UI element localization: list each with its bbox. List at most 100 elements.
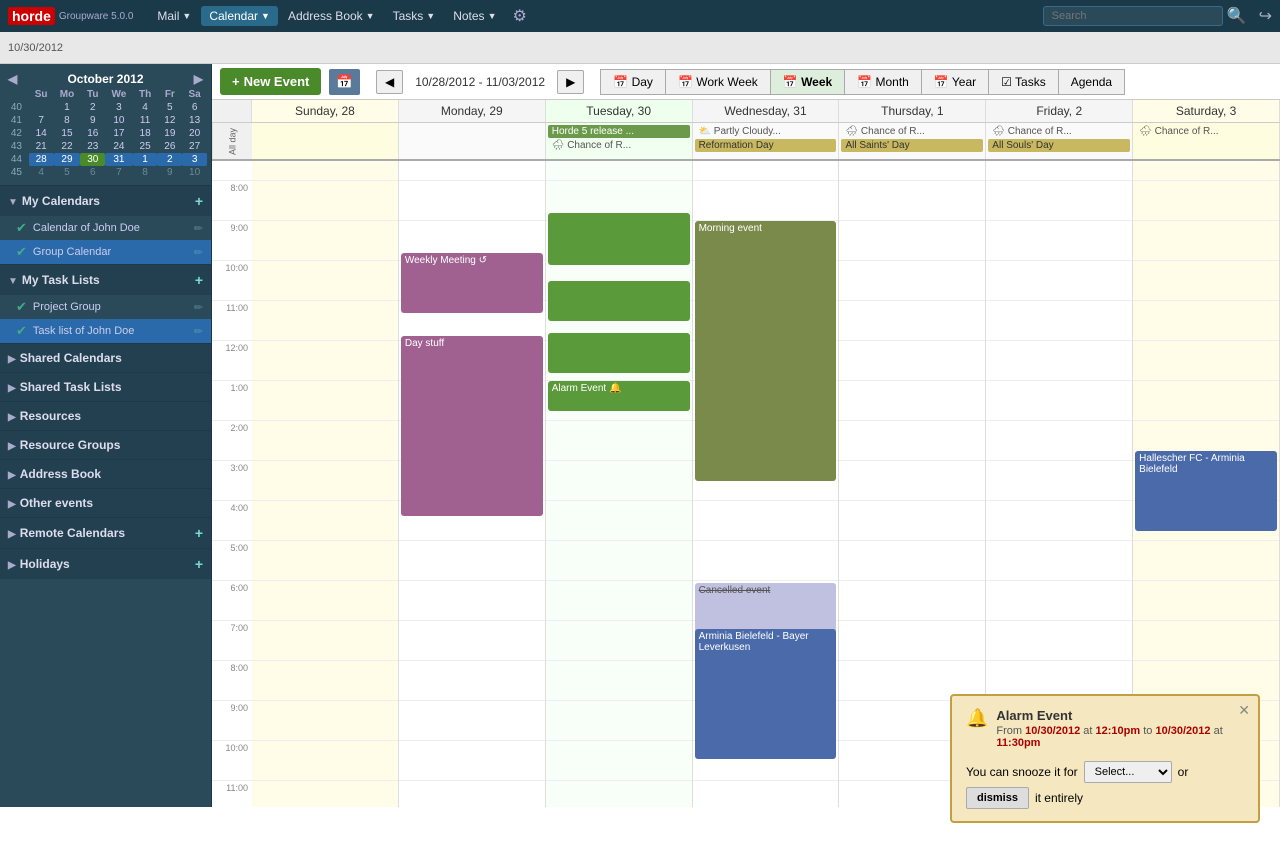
- project-group-edit[interactable]: ✏: [194, 301, 203, 314]
- mini-cal-day[interactable]: 27: [182, 140, 207, 153]
- allday-event-rain-thu[interactable]: 🌧 Chance of R...: [841, 125, 983, 138]
- mini-cal-day[interactable]: 29: [54, 153, 81, 166]
- mini-cal-day[interactable]: 21: [29, 140, 54, 153]
- view-tasks-button[interactable]: ☑ Tasks: [988, 69, 1058, 95]
- mini-cal-day[interactable]: 8: [54, 114, 81, 127]
- dismiss-button[interactable]: dismiss: [966, 787, 1029, 809]
- event-weekly-meeting[interactable]: Weekly Meeting ↺: [401, 253, 543, 313]
- allday-cell-wed[interactable]: ⛅ Partly Cloudy... Reformation Day: [693, 123, 840, 159]
- task-list-john-edit[interactable]: ✏: [194, 325, 203, 338]
- day-col-tue[interactable]: Alarm Event 🔔: [546, 161, 693, 807]
- allday-event-reformation[interactable]: Reformation Day: [695, 139, 837, 152]
- sidebar-item-group-calendar[interactable]: ✔ Group Calendar ✏: [0, 240, 211, 264]
- view-workweek-button[interactable]: 📅 Work Week: [665, 69, 770, 95]
- mini-cal-day[interactable]: 3: [182, 153, 207, 166]
- nav-calendar[interactable]: Calendar ▼: [201, 6, 278, 26]
- day-col-sun[interactable]: [252, 161, 399, 807]
- mini-cal-day[interactable]: 4: [29, 166, 54, 179]
- mini-cal-day[interactable]: 5: [54, 166, 81, 179]
- event-day-stuff[interactable]: Day stuff: [401, 336, 543, 516]
- mini-cal-day[interactable]: 22: [54, 140, 81, 153]
- mini-cal-day[interactable]: 17: [105, 127, 133, 140]
- day-col-mon[interactable]: Weekly Meeting ↺ Day stuff: [399, 161, 546, 807]
- view-day-button[interactable]: 📅 Day: [600, 69, 665, 95]
- event-hallescher[interactable]: Hallescher FC - Arminia Bielefeld: [1135, 451, 1277, 531]
- view-week-button[interactable]: 📅 Week: [770, 69, 844, 95]
- my-task-lists-header[interactable]: ▼My Task Lists +: [0, 265, 211, 295]
- next-week-button[interactable]: ▶: [557, 70, 584, 94]
- resources-header[interactable]: ▶Resources: [0, 402, 211, 430]
- allday-event-allsouls[interactable]: All Souls' Day: [988, 139, 1130, 152]
- mini-cal-day[interactable]: 9: [157, 166, 182, 179]
- add-remote-calendar-button[interactable]: +: [195, 525, 203, 541]
- mini-cal-day[interactable]: 4: [133, 101, 158, 114]
- prev-month-button[interactable]: ◀: [8, 72, 17, 86]
- event-alarm[interactable]: Alarm Event 🔔: [548, 381, 690, 411]
- mini-cal-day[interactable]: 31: [105, 153, 133, 166]
- mini-cal-day[interactable]: 2: [157, 153, 182, 166]
- allday-cell-tue[interactable]: Horde 5 release ... 🌧 Chance of R...: [546, 123, 693, 159]
- allday-cell-fri[interactable]: 🌧 Chance of R... All Souls' Day: [986, 123, 1133, 159]
- allday-event-rain-fri[interactable]: 🌧 Chance of R...: [988, 125, 1130, 138]
- next-month-button[interactable]: ▶: [194, 72, 203, 86]
- resource-groups-header[interactable]: ▶Resource Groups: [0, 431, 211, 459]
- sidebar-item-task-list-john[interactable]: ✔ Task list of John Doe ✏: [0, 319, 211, 343]
- mini-cal-day[interactable]: 5: [157, 101, 182, 114]
- remote-calendars-header[interactable]: ▶Remote Calendars +: [0, 518, 211, 548]
- address-book-header[interactable]: ▶Address Book: [0, 460, 211, 488]
- mini-cal-day[interactable]: 13: [182, 114, 207, 127]
- search-button[interactable]: 🔍: [1227, 6, 1247, 26]
- event-tue-green3[interactable]: [548, 333, 690, 373]
- mini-cal-day[interactable]: 8: [133, 166, 158, 179]
- mini-cal-day[interactable]: 2: [80, 101, 105, 114]
- shared-calendars-header[interactable]: ▶Shared Calendars: [0, 344, 211, 372]
- prev-week-button[interactable]: ◀: [376, 70, 403, 94]
- nav-mail[interactable]: Mail ▼: [149, 6, 199, 26]
- mini-cal-day[interactable]: 7: [29, 114, 54, 127]
- mini-cal-day[interactable]: 12: [157, 114, 182, 127]
- mini-cal-day[interactable]: 30: [80, 153, 105, 166]
- calendar-john-edit[interactable]: ✏: [194, 222, 203, 235]
- mini-cal-day[interactable]: 16: [80, 127, 105, 140]
- mini-cal-day[interactable]: 19: [157, 127, 182, 140]
- allday-event-allsaints[interactable]: All Saints' Day: [841, 139, 983, 152]
- mini-cal-day[interactable]: 7: [105, 166, 133, 179]
- mini-cal-day[interactable]: 15: [54, 127, 81, 140]
- my-calendars-header[interactable]: ▼My Calendars +: [0, 186, 211, 216]
- allday-cell-thu[interactable]: 🌧 Chance of R... All Saints' Day: [839, 123, 986, 159]
- mini-cal-day[interactable]: 9: [80, 114, 105, 127]
- allday-event-rain-sat[interactable]: 🌧 Chance of R...: [1135, 125, 1277, 138]
- view-year-button[interactable]: 📅 Year: [921, 69, 988, 95]
- alarm-close-button[interactable]: ✕: [1238, 702, 1250, 719]
- sidebar-item-project-group[interactable]: ✔ Project Group ✏: [0, 295, 211, 319]
- mini-cal-day[interactable]: 10: [182, 166, 207, 179]
- day-col-wed[interactable]: Morning event Cancelled event Arminia Bi…: [693, 161, 840, 807]
- shared-task-lists-header[interactable]: ▶Shared Task Lists: [0, 373, 211, 401]
- snooze-select[interactable]: Select... 5 minutes 15 minutes 1 hour 1 …: [1084, 761, 1172, 783]
- event-cancelled[interactable]: Cancelled event: [695, 583, 837, 633]
- mini-cal-day[interactable]: 1: [133, 153, 158, 166]
- mini-cal-day[interactable]: 11: [133, 114, 158, 127]
- mini-cal-day[interactable]: 6: [80, 166, 105, 179]
- mini-cal-day[interactable]: [29, 101, 54, 114]
- add-task-list-button[interactable]: +: [195, 272, 203, 288]
- nav-tasks[interactable]: Tasks ▼: [385, 6, 444, 26]
- sidebar-item-calendar-john[interactable]: ✔ Calendar of John Doe ✏: [0, 216, 211, 240]
- mini-cal-day[interactable]: 24: [105, 140, 133, 153]
- allday-event-rain-tue[interactable]: 🌧 Chance of R...: [548, 139, 690, 152]
- mini-cal-day[interactable]: 6: [182, 101, 207, 114]
- group-calendar-edit[interactable]: ✏: [194, 246, 203, 259]
- event-tue-green1[interactable]: [548, 213, 690, 265]
- view-agenda-button[interactable]: Agenda: [1058, 69, 1125, 95]
- mini-cal-day[interactable]: 25: [133, 140, 158, 153]
- event-arminia[interactable]: Arminia Bielefeld - Bayer Leverkusen: [695, 629, 837, 759]
- view-month-button[interactable]: 📅 Month: [844, 69, 921, 95]
- allday-cell-sat[interactable]: 🌧 Chance of R...: [1133, 123, 1280, 159]
- mini-cal-day[interactable]: 26: [157, 140, 182, 153]
- mini-cal-day[interactable]: 23: [80, 140, 105, 153]
- mini-cal-day[interactable]: 3: [105, 101, 133, 114]
- other-events-header[interactable]: ▶Other events: [0, 489, 211, 517]
- mini-cal-day[interactable]: 18: [133, 127, 158, 140]
- nav-addressbook[interactable]: Address Book ▼: [280, 6, 383, 26]
- logout-button[interactable]: ↪: [1259, 6, 1272, 26]
